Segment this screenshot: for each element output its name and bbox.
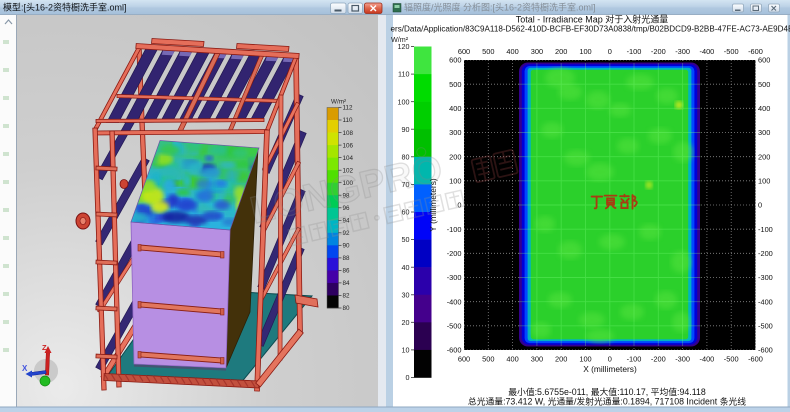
svg-text:-100: -100 (447, 225, 462, 234)
svg-text:-600: -600 (447, 346, 462, 355)
svg-text:-300: -300 (675, 47, 690, 56)
svg-text:-200: -200 (447, 249, 462, 258)
svg-text:500: 500 (482, 47, 494, 56)
svg-text:400: 400 (758, 104, 770, 113)
svg-text:40: 40 (402, 263, 410, 272)
svg-text:600: 600 (458, 355, 470, 364)
svg-text:400: 400 (506, 47, 518, 56)
svg-text:110: 110 (343, 117, 354, 124)
svg-text:-500: -500 (758, 321, 773, 330)
svg-text:0: 0 (608, 47, 612, 56)
svg-text:0: 0 (608, 355, 612, 364)
svg-text:-500: -500 (724, 47, 739, 56)
svg-text:模型:[头16-2资特橱洗手室.oml]: 模型:[头16-2资特橱洗手室.oml] (3, 2, 127, 13)
svg-text:-300: -300 (675, 355, 690, 364)
svg-text:-500: -500 (724, 355, 739, 364)
svg-text:600: 600 (449, 56, 461, 65)
svg-text:90: 90 (402, 125, 410, 134)
svg-text:X: X (22, 364, 28, 373)
svg-text:86: 86 (343, 268, 351, 275)
svg-text:82: 82 (343, 293, 351, 300)
svg-text:Total - Irradiance Map 对于入射光通量: Total - Irradiance Map 对于入射光通量 (516, 14, 669, 25)
svg-text:0: 0 (457, 201, 461, 210)
svg-text:84: 84 (343, 280, 351, 287)
svg-text:30: 30 (402, 290, 410, 299)
svg-text:400: 400 (506, 355, 518, 364)
svg-text:300: 300 (531, 355, 543, 364)
svg-text:500: 500 (758, 80, 770, 89)
svg-text:100: 100 (758, 176, 770, 185)
svg-text:总光通量:73.412 W, 光通量/发射光通量:0.189: 总光通量:73.412 W, 光通量/发射光通量:0.1894, 717108 … (468, 396, 746, 407)
svg-text:200: 200 (449, 152, 461, 161)
svg-text:0: 0 (406, 373, 410, 382)
svg-text:-300: -300 (447, 273, 462, 282)
svg-text:300: 300 (758, 128, 770, 137)
svg-text:10: 10 (402, 346, 410, 355)
svg-text:-400: -400 (700, 47, 715, 56)
svg-text:-600: -600 (758, 346, 773, 355)
svg-text:50: 50 (402, 235, 410, 244)
svg-text:300: 300 (531, 47, 543, 56)
svg-text:400: 400 (449, 104, 461, 113)
svg-text:300: 300 (449, 128, 461, 137)
svg-text:-100: -100 (627, 47, 642, 56)
svg-text:20: 20 (402, 318, 410, 327)
svg-text:X (millimeters): X (millimeters) (583, 364, 637, 374)
svg-text:-400: -400 (700, 355, 715, 364)
svg-text:100: 100 (449, 176, 461, 185)
svg-text:-200: -200 (651, 355, 666, 364)
svg-text:500: 500 (482, 355, 494, 364)
svg-text:-300: -300 (758, 273, 773, 282)
svg-text:200: 200 (758, 152, 770, 161)
svg-text:500: 500 (449, 80, 461, 89)
svg-text:200: 200 (555, 47, 567, 56)
svg-text:-400: -400 (447, 297, 462, 306)
svg-text:100: 100 (579, 47, 591, 56)
svg-text:108: 108 (343, 130, 354, 137)
svg-text:100: 100 (398, 97, 410, 106)
svg-text:-400: -400 (758, 297, 773, 306)
svg-text:120: 120 (398, 42, 410, 51)
svg-text:80: 80 (343, 305, 351, 312)
svg-text:600: 600 (758, 56, 770, 65)
svg-text:-200: -200 (651, 47, 666, 56)
svg-text:ers/Data/Application/83C9A118-: ers/Data/Application/83C9A118-D562-410D-… (391, 25, 790, 34)
svg-text:100: 100 (579, 355, 591, 364)
svg-text:辐照度/光照度 分析图:[头16-2资特橱洗手室.oml]: 辐照度/光照度 分析图:[头16-2资特橱洗手室.oml] (404, 2, 596, 13)
svg-text:-600: -600 (748, 47, 763, 56)
svg-text:90: 90 (343, 243, 351, 250)
svg-text:110: 110 (398, 70, 409, 79)
svg-text:104: 104 (343, 155, 354, 162)
svg-text:最小值:5.6755e-011, 最大值:110.17, 平: 最小值:5.6755e-011, 最大值:110.17, 平均值:94.118 (508, 386, 706, 397)
svg-text:-600: -600 (748, 355, 763, 364)
svg-text:-100: -100 (758, 225, 773, 234)
svg-text:0: 0 (758, 201, 762, 210)
svg-text:-100: -100 (627, 355, 642, 364)
svg-text:Z: Z (42, 343, 47, 352)
svg-text:88: 88 (343, 255, 351, 262)
svg-text:112: 112 (343, 105, 354, 112)
svg-text:200: 200 (555, 355, 567, 364)
svg-text:106: 106 (343, 142, 354, 149)
svg-text:-200: -200 (758, 249, 773, 258)
svg-text:-500: -500 (447, 321, 462, 330)
